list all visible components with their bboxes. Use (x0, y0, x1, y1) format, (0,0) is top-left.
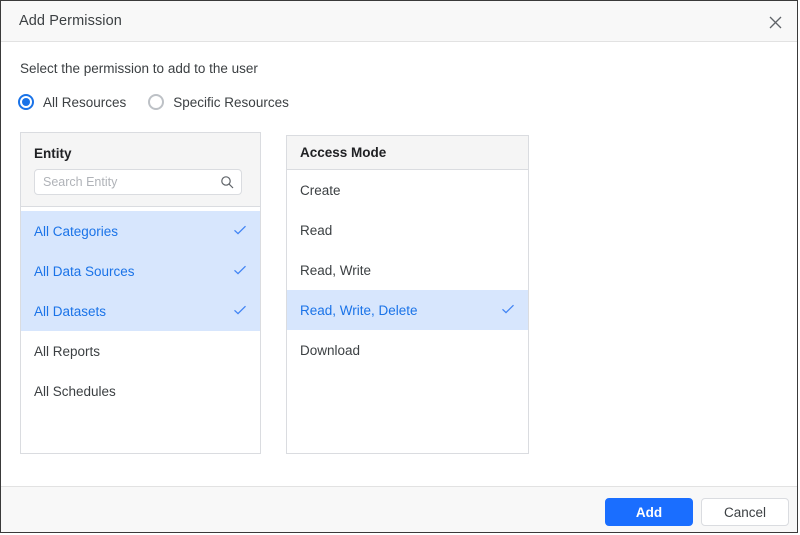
list-item[interactable]: Read, Write, Delete (287, 290, 528, 330)
access-mode-item-label: Read, Write (300, 262, 372, 278)
dialog-title: Add Permission (19, 13, 122, 29)
entity-item-label: All Categories (34, 223, 119, 239)
radio-all-resources[interactable]: All Resources (18, 94, 126, 110)
list-item[interactable]: All Schedules (21, 371, 260, 411)
entity-panel-title: Entity (34, 146, 72, 161)
entity-panel: Entity All Categories All Data Sour (20, 132, 261, 454)
entity-list: All Categories All Data Sources All Data… (21, 207, 260, 411)
list-item[interactable]: All Categories (21, 211, 260, 251)
check-icon (501, 302, 515, 319)
cancel-button[interactable]: Cancel (701, 498, 789, 526)
access-mode-panel: Access Mode Create Read Read, Write Read… (286, 135, 529, 454)
entity-item-label: All Data Sources (34, 263, 135, 279)
access-mode-item-label: Create (300, 182, 341, 198)
access-mode-list: Create Read Read, Write Read, Write, Del… (287, 170, 528, 370)
dialog-titlebar: Add Permission (1, 1, 797, 42)
radio-unselected-icon (148, 94, 165, 110)
list-item[interactable]: Read, Write (287, 250, 528, 290)
list-item[interactable]: Create (287, 170, 528, 210)
list-item[interactable]: All Datasets (21, 291, 260, 331)
check-icon (233, 303, 247, 320)
radio-all-resources-label: All Resources (43, 94, 127, 110)
access-mode-item-label: Read (300, 222, 333, 238)
list-item[interactable]: Read (287, 210, 528, 250)
entity-item-label: All Datasets (34, 303, 107, 319)
list-item[interactable]: All Data Sources (21, 251, 260, 291)
list-item[interactable]: All Reports (21, 331, 260, 371)
list-item[interactable]: Download (287, 330, 528, 370)
close-icon[interactable] (761, 8, 789, 36)
radio-specific-resources-label: Specific Resources (173, 94, 289, 110)
resource-scope-radio-group: All Resources Specific Resources (18, 94, 311, 110)
dialog-subtitle: Select the permission to add to the user (20, 61, 258, 76)
access-mode-panel-header: Access Mode (287, 136, 528, 170)
entity-panel-header: Entity (21, 133, 260, 207)
access-mode-item-label: Read, Write, Delete (300, 302, 418, 318)
search-input[interactable] (35, 170, 221, 194)
check-icon (233, 263, 247, 280)
dialog-footer: Add Cancel (1, 486, 797, 532)
radio-selected-icon (18, 94, 34, 110)
add-button[interactable]: Add (605, 498, 693, 526)
entity-item-label: All Schedules (34, 383, 116, 399)
access-mode-item-label: Download (300, 342, 361, 358)
access-mode-panel-title: Access Mode (300, 145, 387, 160)
search-icon[interactable] (220, 175, 234, 194)
check-icon (233, 223, 247, 240)
add-permission-dialog: Add Permission Select the permission to … (0, 0, 798, 533)
entity-item-label: All Reports (34, 343, 101, 359)
entity-search-box[interactable] (34, 169, 242, 195)
radio-specific-resources[interactable]: Specific Resources (148, 94, 289, 110)
